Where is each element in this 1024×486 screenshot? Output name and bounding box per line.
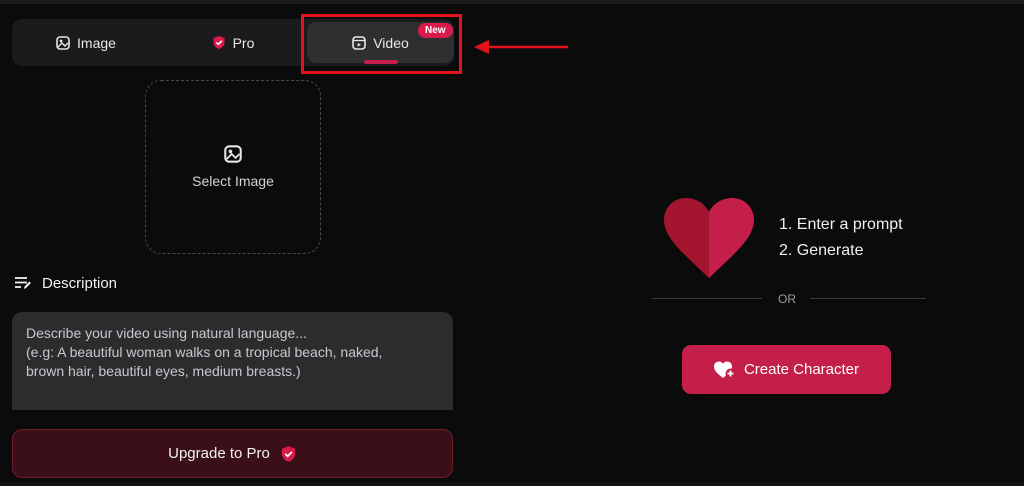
image-icon bbox=[56, 35, 70, 50]
create-character-label: Create Character bbox=[743, 361, 860, 378]
divider-left bbox=[652, 298, 762, 299]
upgrade-label: Upgrade to Pro bbox=[168, 445, 270, 462]
tab-image[interactable]: Image bbox=[12, 19, 160, 66]
edit-lines-icon bbox=[15, 277, 31, 289]
heart-logo-icon bbox=[664, 198, 754, 278]
heart-plus-icon bbox=[713, 361, 736, 378]
description-title: Description bbox=[42, 274, 118, 292]
steps-list: 1. Enter a prompt 2. Generate bbox=[779, 212, 903, 264]
tab-pro-label: Pro bbox=[232, 34, 255, 51]
description-textarea[interactable]: Describe your video using natural langua… bbox=[12, 312, 453, 410]
annotation-highlight-box bbox=[301, 14, 462, 74]
tab-pro[interactable]: Pro bbox=[160, 19, 306, 66]
select-image-label: Select Image bbox=[192, 173, 274, 189]
image-icon bbox=[224, 145, 242, 163]
annotation-arrow-icon bbox=[474, 40, 568, 54]
step-2: 2. Generate bbox=[779, 242, 864, 259]
top-border bbox=[0, 0, 1024, 4]
shield-check-icon bbox=[213, 36, 225, 49]
divider-right bbox=[810, 298, 926, 299]
bottom-border bbox=[0, 482, 1024, 486]
upgrade-to-pro-button[interactable]: Upgrade to Pro bbox=[12, 429, 453, 478]
description-header: Description bbox=[14, 272, 117, 294]
select-image-dropzone[interactable]: Select Image bbox=[145, 80, 321, 254]
shield-check-icon bbox=[281, 445, 295, 462]
tab-image-label: Image bbox=[77, 34, 116, 51]
or-label: OR bbox=[778, 292, 796, 306]
create-character-button[interactable]: Create Character bbox=[682, 345, 891, 394]
step-1: 1. Enter a prompt bbox=[779, 216, 903, 233]
